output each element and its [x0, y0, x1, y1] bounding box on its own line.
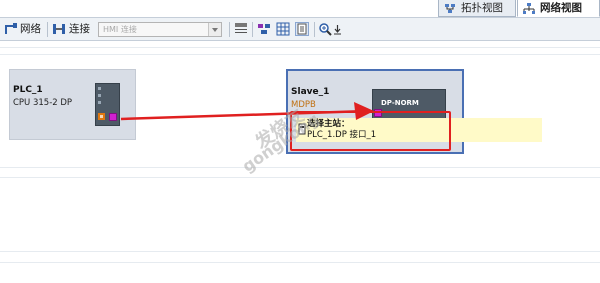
- zoom-dropdown-icon[interactable]: [333, 22, 342, 36]
- toolbar: 网络 连接 HMI 连接: [0, 17, 600, 41]
- network-tool-icon: [4, 22, 18, 36]
- network-view-icon: [523, 3, 535, 14]
- page-break-icon[interactable]: [295, 22, 309, 36]
- network-canvas[interactable]: PLC_1 CPU 315-2 DP Slave_1 MDPB DP-NORM …: [0, 41, 600, 283]
- connection-arrow: [120, 102, 374, 121]
- arrow-shaft: [120, 109, 369, 121]
- topology-view-icon: [444, 3, 456, 14]
- connections-button-label: 连接: [69, 23, 90, 35]
- grid-icon[interactable]: [276, 22, 290, 36]
- tab-network-view[interactable]: 网络视图: [517, 0, 600, 17]
- connection-type-value: HMI 连接: [103, 25, 137, 34]
- tab-topology-view[interactable]: 拓扑视图: [438, 0, 516, 17]
- zoom-icon[interactable]: [318, 22, 332, 36]
- network-button[interactable]: 网络: [4, 21, 44, 38]
- arrow-head: [354, 102, 374, 120]
- toolbar-separator: [229, 22, 230, 37]
- connection-type-select[interactable]: HMI 连接: [98, 22, 222, 37]
- tab-network-view-label: 网络视图: [540, 2, 582, 14]
- show-addresses-icon[interactable]: [234, 22, 248, 36]
- toolbar-separator: [47, 22, 48, 37]
- connections-tool-icon: [52, 22, 66, 36]
- connections-button[interactable]: 连接: [52, 21, 94, 38]
- chevron-down-icon: [208, 23, 221, 36]
- toolbar-separator: [252, 22, 253, 37]
- page-layout-icon[interactable]: [257, 22, 271, 36]
- network-button-label: 网络: [20, 23, 41, 35]
- tab-topology-view-label: 拓扑视图: [461, 2, 503, 14]
- toolbar-separator: [314, 22, 315, 37]
